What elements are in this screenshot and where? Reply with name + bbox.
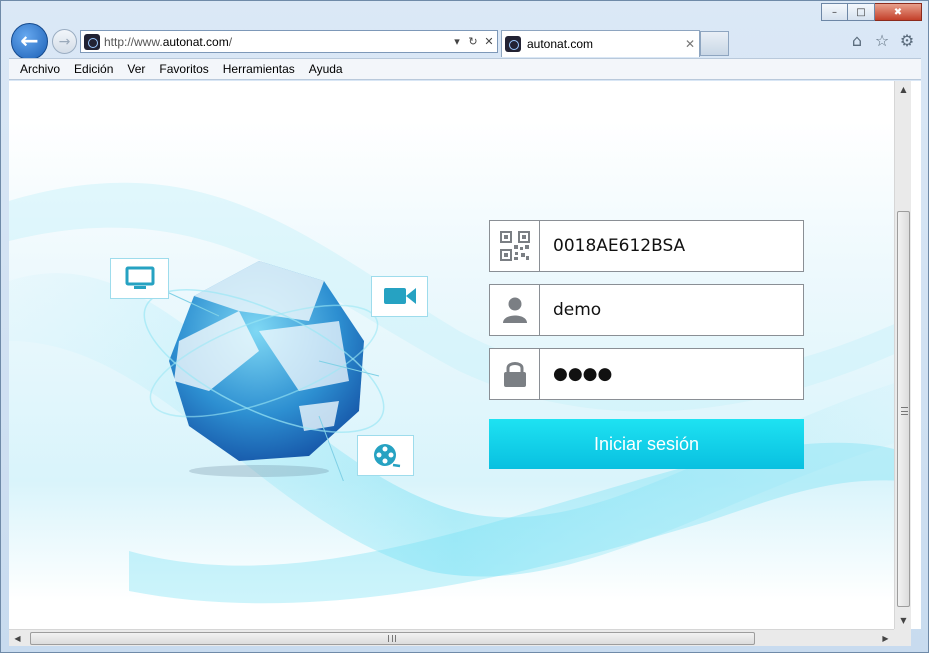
back-button[interactable]: ← [11,23,48,60]
monitor-icon [110,258,169,299]
menu-bar: Archivo Edición Ver Favoritos Herramient… [9,58,921,80]
scroll-right-arrow-icon[interactable]: ▶ [877,630,894,647]
video-camera-icon [371,276,428,317]
tab-close-icon[interactable]: ✕ [681,37,699,51]
address-dropdown-icon[interactable]: ▾ [449,35,465,48]
horizontal-scroll-thumb[interactable] [30,632,755,645]
qr-code-icon [490,221,540,271]
url-suffix: / [228,34,233,49]
username-field[interactable]: demo [489,284,804,336]
url-text[interactable]: http://www.autonat.com/ [104,35,449,49]
password-field[interactable]: ●●●● [489,348,804,400]
menu-archivo[interactable]: Archivo [14,62,68,76]
arrow-right-icon: → [58,33,71,50]
menu-edicion[interactable]: Edición [68,62,121,76]
scroll-left-arrow-icon[interactable]: ◀ [9,630,26,647]
password-input[interactable]: ●●●● [540,349,803,399]
restore-button[interactable]: □ [848,3,875,21]
window-controls: – □ ✖ [821,3,922,21]
close-window-button[interactable]: ✖ [875,3,922,21]
menu-favoritos[interactable]: Favoritos [153,62,216,76]
favorites-star-icon[interactable]: ☆ [873,32,891,50]
refresh-icon[interactable]: ↻ [465,35,481,48]
settings-gear-icon[interactable]: ⚙ [898,32,916,50]
vertical-grip-icon [901,407,908,415]
device-id-field[interactable]: 0018AE612BSA [489,220,804,272]
film-reel-icon [357,435,414,476]
lock-icon [490,349,540,399]
tab-title: autonat.com [527,37,594,51]
menu-ver[interactable]: Ver [121,62,153,76]
user-icon [490,285,540,335]
stop-icon[interactable]: ✕ [481,35,497,48]
scroll-up-arrow-icon[interactable]: ▲ [895,81,912,98]
site-favicon-icon [84,33,100,50]
arrow-left-icon: ← [20,29,39,54]
vertical-scrollbar[interactable]: ▲ ▼ [894,81,911,629]
scrollbar-corner [894,629,911,646]
minimize-button[interactable]: – [821,3,848,21]
home-icon[interactable]: ⌂ [848,32,866,50]
menu-herramientas[interactable]: Herramientas [217,62,303,76]
username-input[interactable]: demo [540,285,803,335]
new-tab-button[interactable] [700,31,729,56]
tab-favicon-icon [505,36,521,52]
browser-window: – □ ✖ ← → http://www.autonat.com/ ▾ ↻ ✕ … [0,0,929,653]
device-id-input[interactable]: 0018AE612BSA [540,221,803,271]
url-domain: autonat.com [162,34,229,49]
tab-autonat[interactable]: autonat.com ✕ [501,30,700,57]
forward-button[interactable]: → [52,29,77,54]
browser-tool-icons: ⌂ ☆ ⚙ [848,32,916,50]
login-button[interactable]: Iniciar sesión [489,419,804,469]
menu-ayuda[interactable]: Ayuda [303,62,351,76]
page-viewport: 0018AE612BSA demo ●●●● Iniciar sesión [9,81,921,629]
scroll-down-arrow-icon[interactable]: ▼ [895,612,912,629]
url-prefix: http://www. [104,34,163,49]
address-bar[interactable]: http://www.autonat.com/ ▾ ↻ ✕ [80,30,498,53]
horizontal-grip-icon [388,635,396,642]
vertical-scroll-thumb[interactable] [897,211,910,607]
horizontal-scrollbar[interactable]: ◀ ▶ [9,629,894,646]
